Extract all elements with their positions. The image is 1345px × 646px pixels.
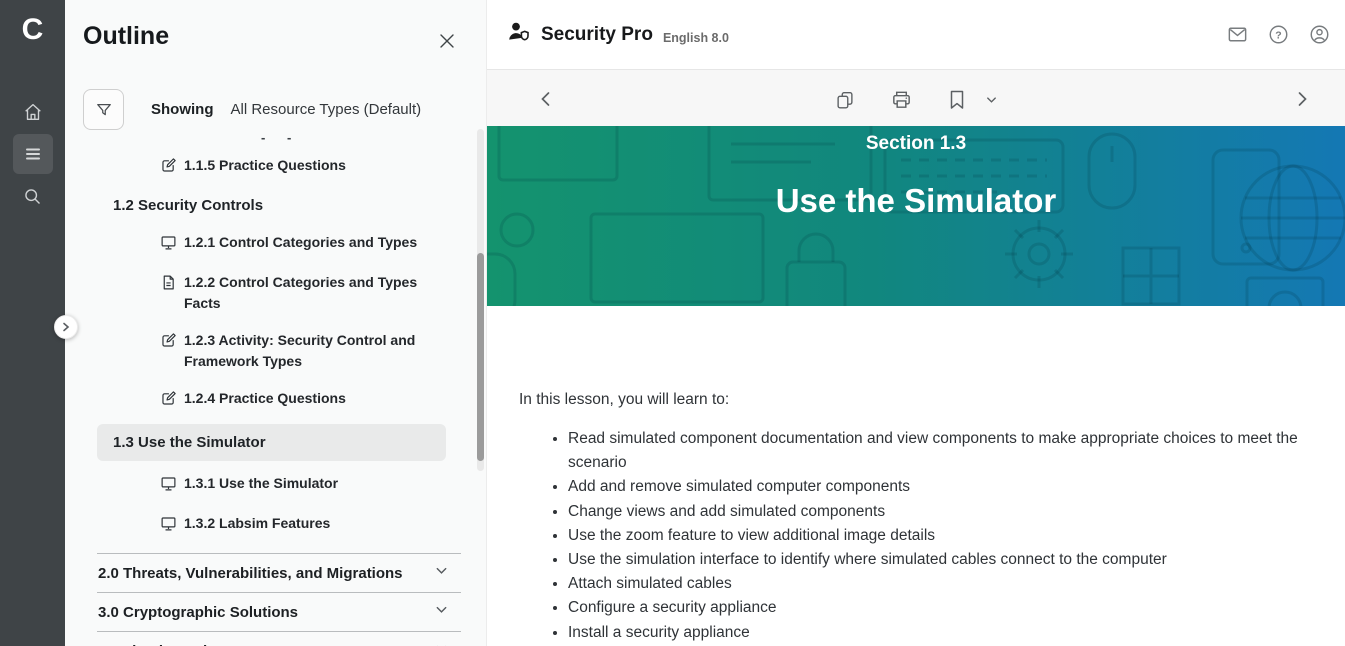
- banner-section-label: Section 1.3: [866, 133, 966, 155]
- outline-item[interactable]: 1.1.5 Practice Questions: [65, 155, 486, 179]
- banner-title: Use the Simulator: [776, 182, 1057, 220]
- next-button[interactable]: [1289, 86, 1315, 112]
- user-shield-icon: [506, 19, 532, 50]
- lesson-intro: In this lesson, you will learn to:: [519, 390, 1300, 410]
- menu-icon: [23, 144, 43, 164]
- filter-icon: [94, 100, 114, 120]
- bookmark-group: [943, 85, 1002, 115]
- edit-icon: [160, 157, 177, 179]
- chevron-down-icon[interactable]: [434, 602, 449, 622]
- chevron-right-icon: [61, 322, 71, 332]
- objectives-list: Read simulated component documentation a…: [519, 427, 1300, 645]
- outline-item-clipped[interactable]: - -: [65, 134, 486, 142]
- objective-item: Install a security appliance: [568, 621, 1300, 645]
- bookmark-button[interactable]: [943, 85, 971, 115]
- outline-item-label: 1.3.2 Labsim Features: [184, 513, 330, 534]
- home-icon: [22, 101, 44, 123]
- outline-item[interactable]: 1.2.1 Control Categories and Types: [65, 232, 486, 256]
- section-banner: Section 1.3 Use the Simulator: [487, 126, 1345, 306]
- objective-item: Read simulated component documentation a…: [568, 427, 1300, 475]
- outline-panel: Outline Showing All Resource Types (Defa…: [65, 0, 486, 646]
- objective-item: Configure a security appliance: [568, 596, 1300, 620]
- outline-item-label: 1.3.1 Use the Simulator: [184, 473, 338, 494]
- outline-item-label: 1.2.3 Activity: Security Control and Fra…: [184, 330, 439, 372]
- objective-item: Use the zoom feature to view additional …: [568, 524, 1300, 548]
- chevron-left-icon: [537, 90, 555, 108]
- chevron-down-icon[interactable]: [434, 641, 449, 646]
- chevron-right-icon: [1293, 90, 1311, 108]
- panel-expand-button[interactable]: [54, 315, 78, 339]
- header-actions: ?: [1226, 23, 1331, 46]
- edit-icon: [160, 332, 177, 354]
- outline-collapsed-section[interactable]: 4.0 Identity and Access Management: [65, 632, 486, 646]
- resource-toolbar: [487, 70, 1345, 126]
- outline-item[interactable]: 1.2.3 Activity: Security Control and Fra…: [65, 330, 486, 372]
- outline-item-label: 1.2.2 Control Categories and Types Facts: [184, 272, 439, 314]
- outline-title: Outline: [83, 22, 169, 51]
- outline-item-label: 1.1.5 Practice Questions: [184, 155, 346, 176]
- account-icon: [1308, 23, 1331, 46]
- outline-collapsed-section[interactable]: 3.0 Cryptographic Solutions: [65, 593, 486, 631]
- home-button[interactable]: [13, 92, 53, 132]
- previous-button[interactable]: [533, 86, 559, 112]
- search-icon: [22, 186, 43, 207]
- main-content: Security Pro English 8.0 ?: [486, 0, 1345, 646]
- filter-button[interactable]: [83, 89, 124, 130]
- filter-row: Showing All Resource Types (Default): [83, 89, 473, 130]
- objective-item: Attach simulated cables: [568, 572, 1300, 596]
- outline-scrollbar-thumb[interactable]: [477, 253, 484, 461]
- outline-scrollbar-track[interactable]: [477, 129, 484, 471]
- mail-icon: [1226, 23, 1249, 46]
- filter-value: All Resource Types (Default): [231, 101, 422, 118]
- chevron-down-icon[interactable]: [434, 563, 449, 583]
- filter-label: Showing: [151, 101, 214, 118]
- brand-logo: C: [0, 13, 65, 47]
- banner-text: Section 1.3 Use the Simulator: [487, 126, 1345, 220]
- collapsed-section-label: 2.0 Threats, Vulnerabilities, and Migrat…: [98, 565, 434, 582]
- outline-item[interactable]: 1.2.2 Control Categories and Types Facts: [65, 272, 486, 314]
- outline-item-label: 1.2.4 Practice Questions: [184, 388, 346, 409]
- app-window: C Outline Showing All Resource Types (De…: [0, 0, 1345, 646]
- search-button[interactable]: [13, 176, 53, 216]
- outline-item[interactable]: 1.3.2 Labsim Features: [65, 513, 486, 537]
- outline-item-label: 1.2.1 Control Categories and Types: [184, 232, 417, 253]
- product-title: Security Pro: [541, 24, 653, 46]
- messages-button[interactable]: [1226, 23, 1249, 46]
- edit-icon: [160, 390, 177, 412]
- close-icon: [437, 31, 457, 51]
- chevron-down-icon: [985, 93, 998, 106]
- outline-section[interactable]: 1.2 Security Controls: [65, 195, 486, 216]
- bookmark-icon: [947, 89, 967, 111]
- collapsed-section-label: 3.0 Cryptographic Solutions: [98, 604, 434, 621]
- collapsed-section-label: 4.0 Identity and Access Management: [98, 643, 434, 646]
- outline-tree: - - 1.1.5 Practice Questions 1.2 Security …: [65, 130, 486, 646]
- product-edition: English 8.0: [663, 31, 729, 45]
- outline-section-selected[interactable]: 1.3 Use the Simulator: [97, 424, 446, 461]
- help-icon: ?: [1267, 23, 1290, 46]
- lesson-content: In this lesson, you will learn to: Read …: [487, 306, 1345, 645]
- account-button[interactable]: [1308, 23, 1331, 46]
- copy-button[interactable]: [830, 85, 860, 115]
- objective-item: Change views and add simulated component…: [568, 500, 1300, 524]
- outline-item[interactable]: 1.3.1 Use the Simulator: [65, 473, 486, 497]
- print-button[interactable]: [886, 84, 917, 115]
- toolbar-center-group: [830, 84, 1002, 115]
- menu-button[interactable]: [13, 134, 53, 174]
- objective-item: Use the simulation interface to identify…: [568, 548, 1300, 572]
- close-outline-button[interactable]: [434, 29, 460, 55]
- monitor-icon: [160, 234, 177, 256]
- copy-icon: [834, 89, 856, 111]
- print-icon: [890, 88, 913, 111]
- objective-item: Add and remove simulated computer compon…: [568, 475, 1300, 499]
- svg-text:?: ?: [1275, 29, 1281, 41]
- clipped-item-label: - -: [65, 134, 486, 142]
- bookmark-menu-button[interactable]: [981, 89, 1002, 110]
- monitor-icon: [160, 475, 177, 497]
- course-header: Security Pro English 8.0 ?: [487, 0, 1345, 70]
- outline-item[interactable]: 1.2.4 Practice Questions: [65, 388, 486, 412]
- document-icon: [160, 274, 177, 296]
- outline-collapsed-section[interactable]: 2.0 Threats, Vulnerabilities, and Migrat…: [65, 554, 486, 592]
- monitor-icon: [160, 515, 177, 537]
- help-button[interactable]: ?: [1267, 23, 1290, 46]
